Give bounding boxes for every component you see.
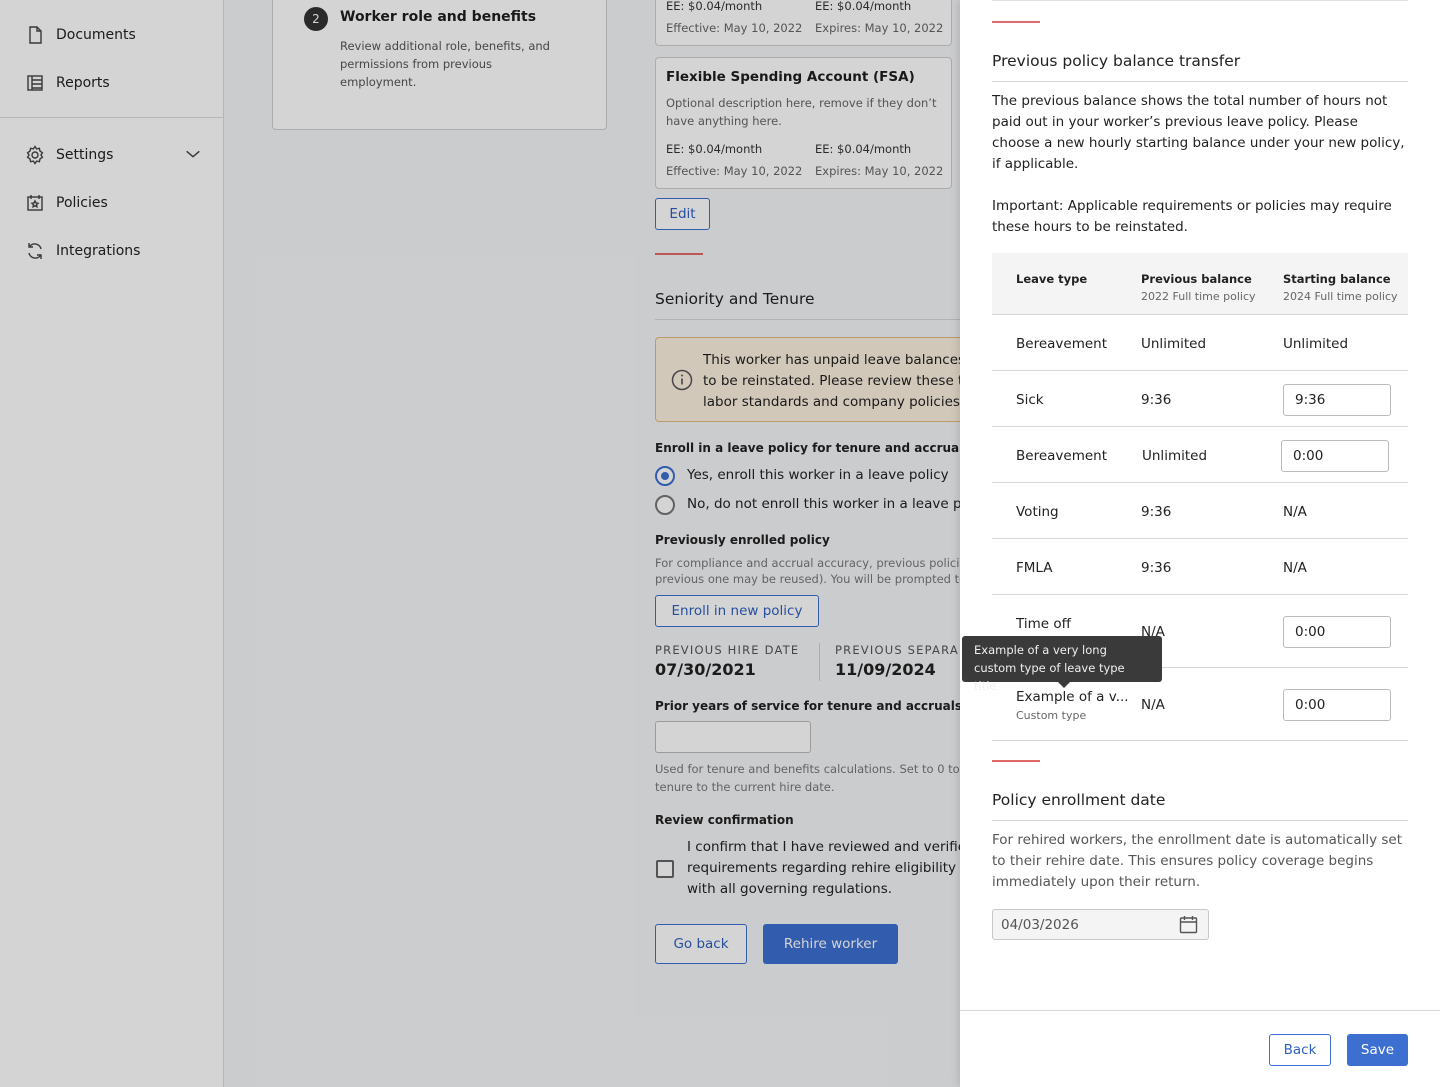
starting-balance-input[interactable]: 0:00	[1281, 440, 1389, 472]
leave-type: Bereavement	[1016, 448, 1107, 464]
starting-balance-input[interactable]: 0:00	[1283, 689, 1391, 721]
section-accent-line	[992, 21, 1040, 23]
starting-balance: N/A	[1283, 560, 1307, 576]
table-row: Voting 9:36 N/A	[992, 483, 1408, 539]
col-starting-policy: 2024 Full time policy	[1283, 290, 1398, 303]
previous-balance: 9:36	[1141, 392, 1172, 408]
col-previous-balance: Previous balance	[1141, 272, 1252, 286]
panel-top-rule	[992, 0, 1408, 1]
back-button[interactable]: Back	[1269, 1034, 1331, 1066]
col-leave-type: Leave type	[1016, 272, 1088, 286]
starting-balance-input[interactable]: 0:00	[1283, 616, 1391, 648]
section-accent-line	[992, 760, 1040, 762]
leave-type: Sick	[1016, 392, 1044, 408]
transfer-title: Previous policy balance transfer	[992, 52, 1241, 70]
previous-balance: 9:36	[1141, 504, 1172, 520]
leave-type: FMLA	[1016, 560, 1053, 576]
section-divider	[992, 81, 1408, 82]
enrollment-title: Policy enrollment date	[992, 791, 1166, 809]
previous-balance: N/A	[1141, 697, 1165, 713]
previous-balance: Unlimited	[1142, 448, 1208, 464]
previous-balance: 9:36	[1141, 560, 1172, 576]
save-button[interactable]: Save	[1347, 1034, 1408, 1066]
starting-balance: Unlimited	[1283, 336, 1349, 352]
leave-type-truncated[interactable]: Example of a v...	[1016, 689, 1129, 705]
important-note: Important: Applicable requirements or po…	[992, 198, 1392, 235]
leave-type-subtitle: Custom type	[1016, 709, 1087, 722]
table-row: Bereavement Unlimited Unlimited	[992, 315, 1408, 371]
starting-balance: N/A	[1283, 504, 1307, 520]
leave-type: Bereavement	[1016, 336, 1107, 352]
enrollment-date-input[interactable]: 04/03/2026	[992, 909, 1209, 940]
transfer-description: The previous balance shows the total num…	[992, 93, 1405, 172]
balance-transfer-panel: Previous policy balance transfer The pre…	[960, 0, 1440, 1087]
leave-type: Time off	[1016, 616, 1071, 632]
leave-type: Voting	[1016, 504, 1059, 520]
panel-footer-divider	[960, 1010, 1440, 1011]
leave-type-tooltip: Example of a very long custom type of le…	[962, 636, 1162, 693]
table-row: Bereavement Unlimited 0:00	[992, 427, 1408, 483]
enrollment-description: For rehired workers, the enrollment date…	[992, 832, 1403, 890]
enrollment-date-value: 04/03/2026	[1001, 916, 1079, 933]
calendar-icon[interactable]	[1178, 914, 1199, 935]
table-row: FMLA 9:36 N/A	[992, 539, 1408, 595]
table-row: Sick 9:36 9:36	[992, 371, 1408, 427]
starting-balance-input[interactable]: 9:36	[1283, 384, 1391, 416]
col-starting-balance: Starting balance	[1283, 272, 1391, 286]
previous-balance: Unlimited	[1141, 336, 1207, 352]
balance-table-header: Leave type Previous balance 2022 Full ti…	[992, 253, 1408, 315]
col-previous-policy: 2022 Full time policy	[1141, 290, 1256, 303]
section-divider	[992, 820, 1408, 821]
